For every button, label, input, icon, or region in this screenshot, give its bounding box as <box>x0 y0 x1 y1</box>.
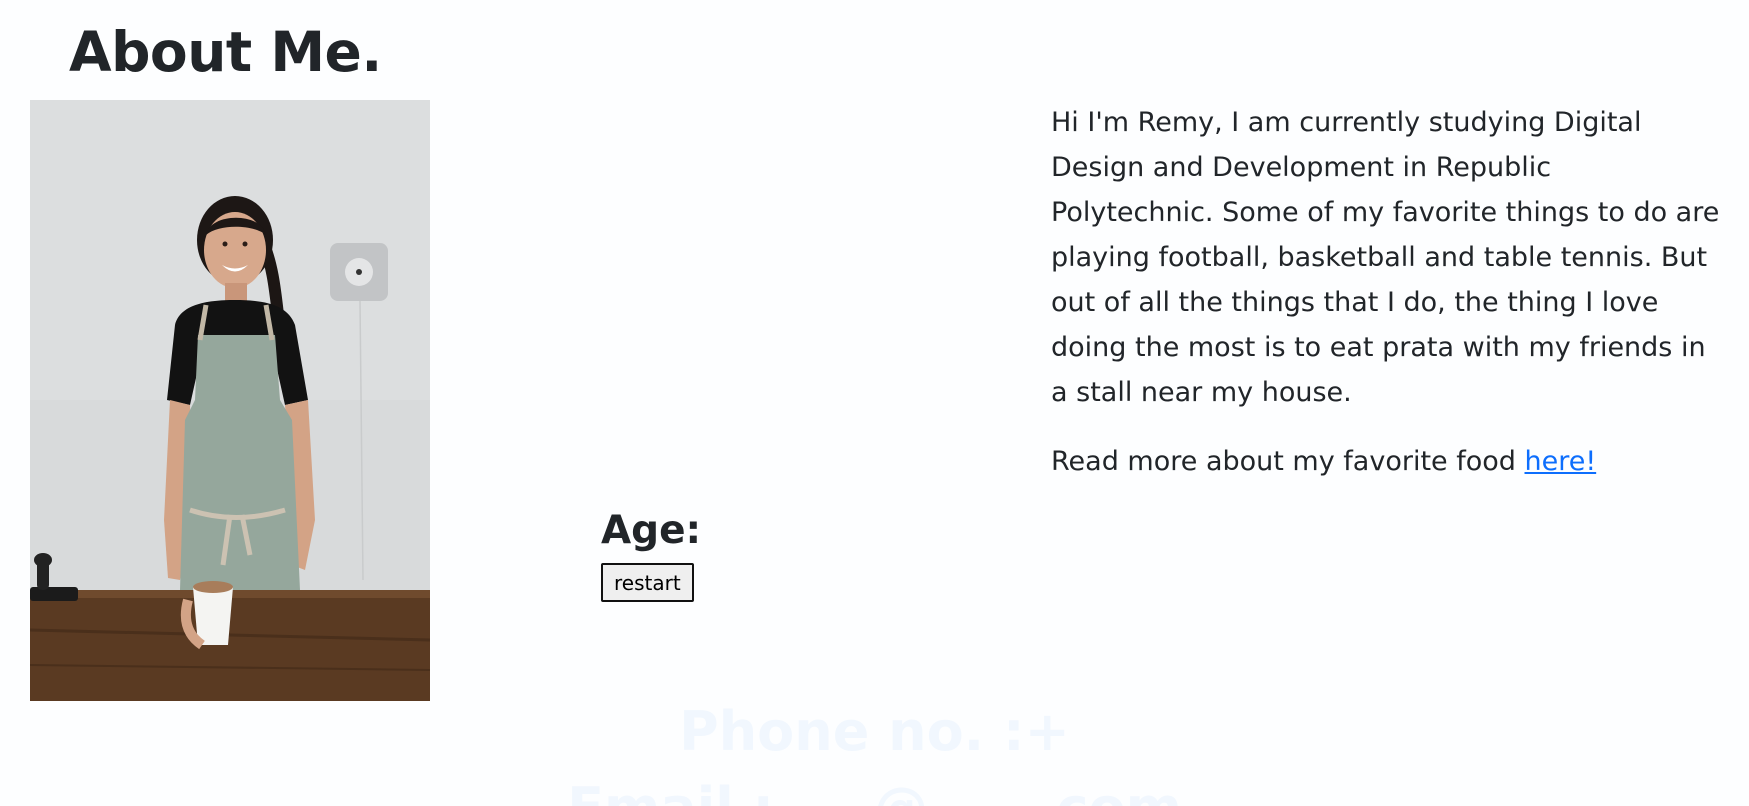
readmore-text: Read more about my favorite food <box>1051 446 1525 477</box>
bio-section: Hi I'm Remy, I am currently studying Dig… <box>1051 100 1721 484</box>
restart-button[interactable]: restart <box>601 562 694 602</box>
contact-section: Phone no. :+ Email : ___@____.com <box>0 705 1749 806</box>
about-page: About Me. Age: restart Hi I'm Remy, I am… <box>0 0 1749 806</box>
readmore-line: Read more about my favorite food here! <box>1051 439 1721 484</box>
page-title: About Me. <box>69 20 382 84</box>
profile-photo <box>30 100 430 701</box>
phone-label: Phone no. :+ <box>679 700 1070 763</box>
age-section: Age: restart <box>601 508 702 602</box>
age-label: Age: <box>601 508 702 553</box>
favorite-food-link[interactable]: here! <box>1525 446 1597 477</box>
email-label: Email : ___@____.com <box>0 781 1749 806</box>
bio-paragraph: Hi I'm Remy, I am currently studying Dig… <box>1051 107 1720 408</box>
